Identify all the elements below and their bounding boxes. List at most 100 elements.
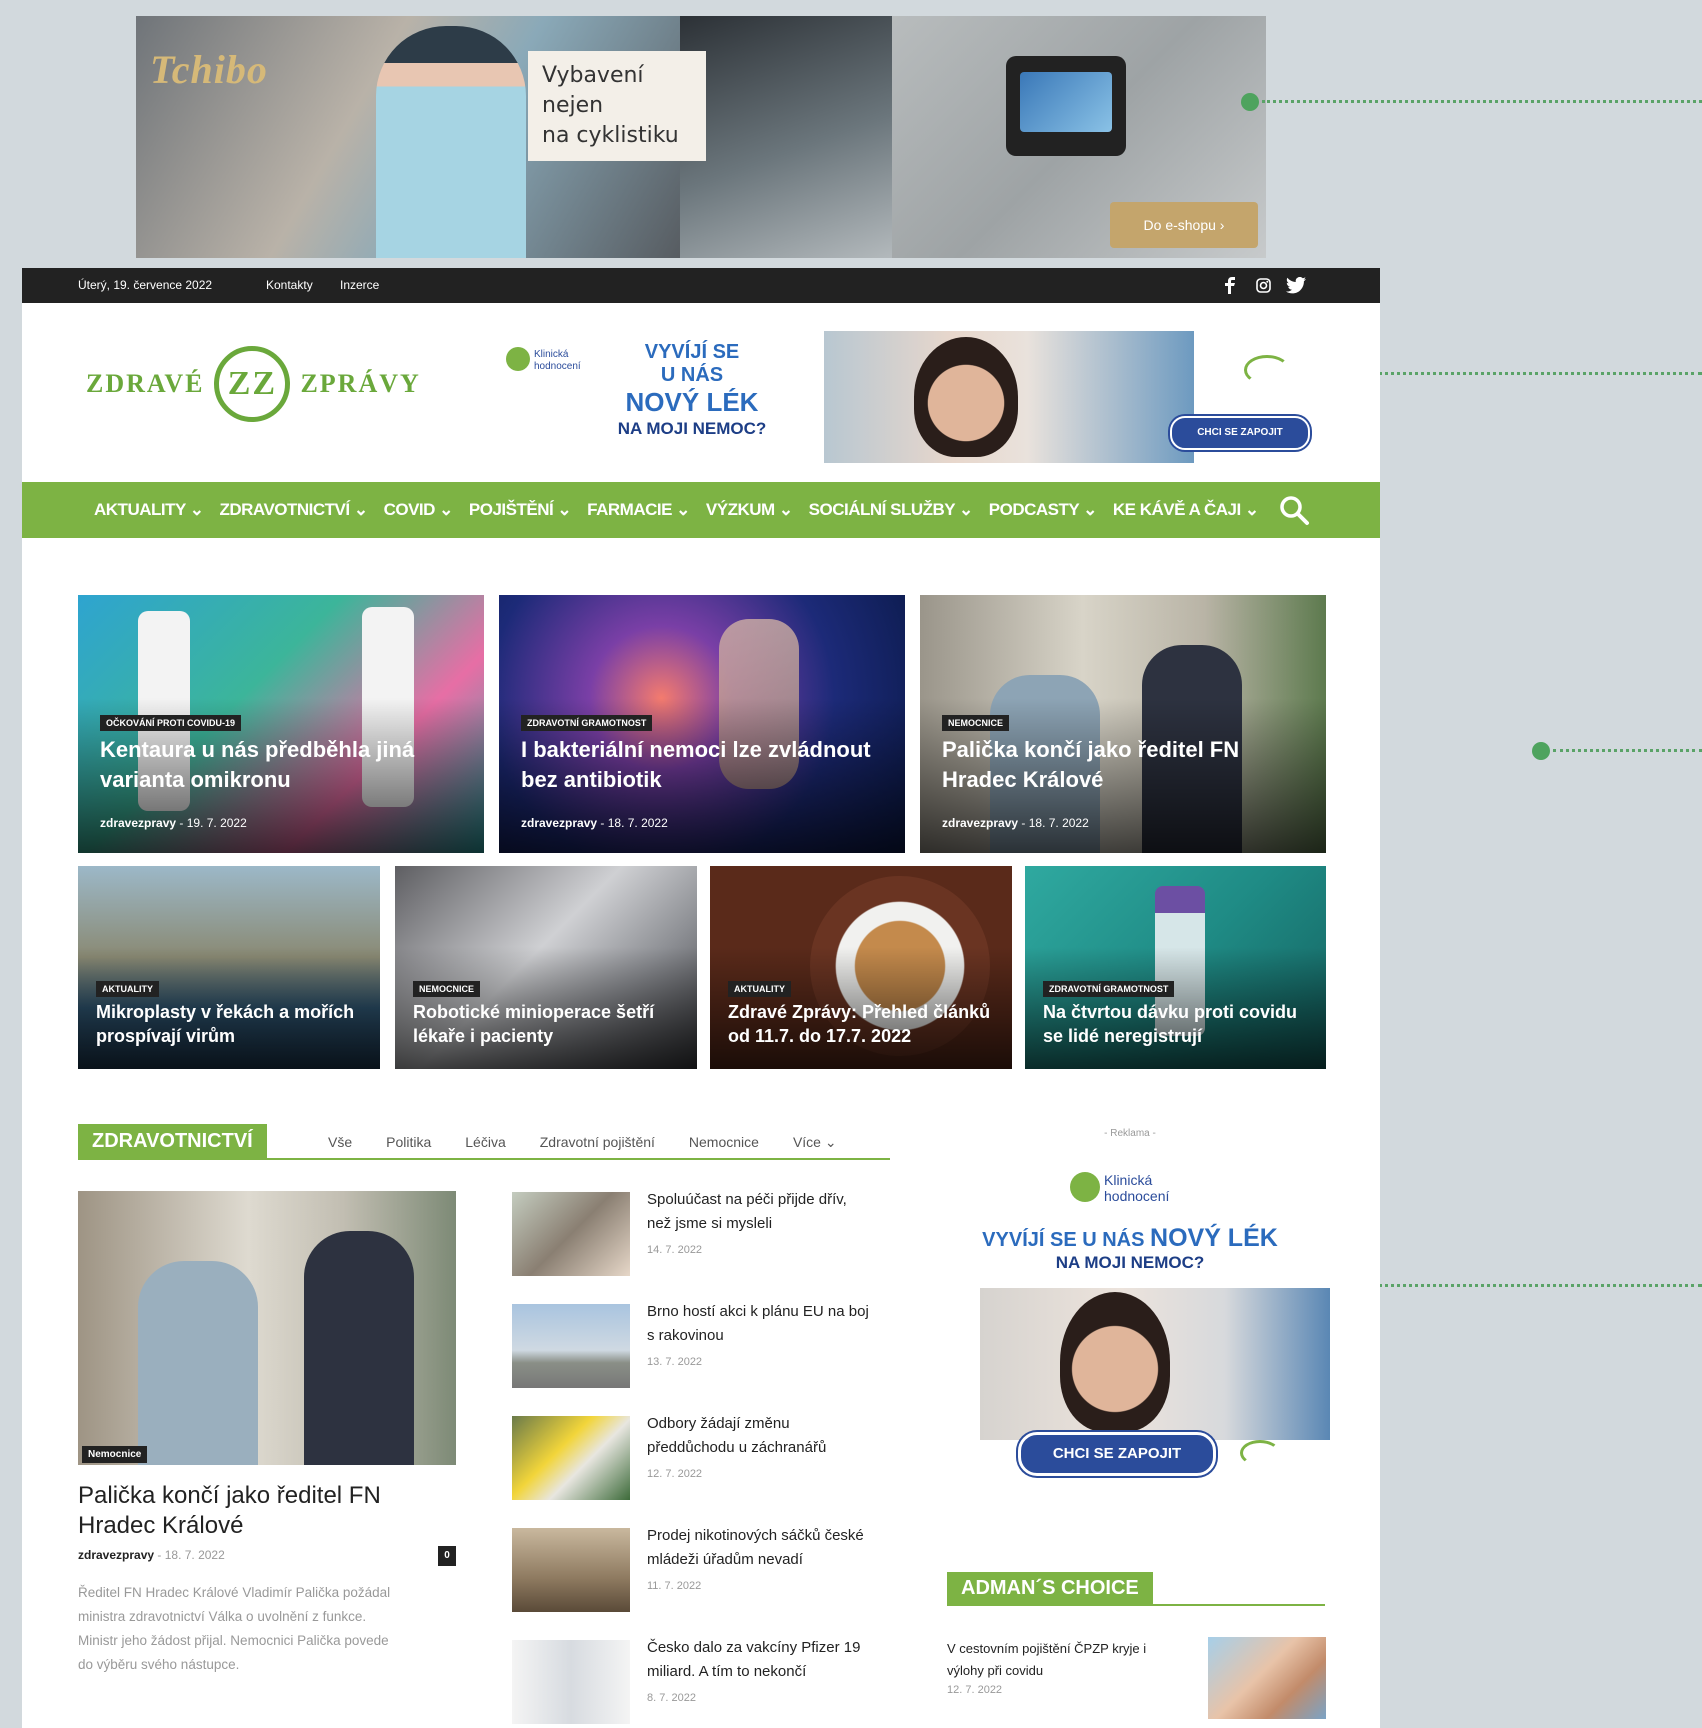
logo-word-right: ZPRÁVY — [300, 369, 421, 398]
list-item-date: 8. 7. 2022 — [647, 1692, 696, 1704]
article-card[interactable]: AKTUALITY Mikroplasty v řekách a mořích … — [78, 866, 380, 1069]
featured-article-card[interactable]: NEMOCNICE Palička končí jako ředitel FN … — [920, 595, 1326, 853]
nav-item-socialni-sluzby[interactable]: SOCIÁLNÍ SLUŽBY ⌄ — [809, 500, 974, 520]
list-item-title[interactable]: Brno hostí akci k plánu EU na boj s rakov… — [647, 1300, 885, 1348]
ad-line: VYVÍJÍ SE U NÁS — [982, 1229, 1145, 1251]
section-title[interactable]: ZDRAVOTNICTVÍ — [78, 1124, 267, 1158]
tab-politika[interactable]: Politika — [386, 1134, 431, 1151]
comment-count-badge[interactable]: 0 — [438, 1546, 456, 1566]
logo-word-left: ZDRAVÉ — [86, 369, 205, 398]
advertising-link[interactable]: Inzerce — [340, 278, 379, 292]
nav-item-aktuality[interactable]: AKTUALITY ⌄ — [94, 500, 204, 520]
tab-leciva[interactable]: Léčiva — [465, 1134, 505, 1151]
instagram-icon[interactable] — [1256, 278, 1271, 293]
article-title-line: Na čtvrtou dávku proti covidu — [1043, 1002, 1298, 1022]
nav-item-covid[interactable]: COVID ⌄ — [384, 500, 454, 520]
list-item-thumbnail[interactable] — [512, 1528, 630, 1612]
adman-item-title[interactable]: V cestovním pojištění ČPZP kryje i výloh… — [947, 1638, 1187, 1682]
article-card[interactable]: AKTUALITY Zdravé Zprávy: Přehled článků … — [710, 866, 1012, 1069]
list-item-thumbnail[interactable] — [512, 1304, 630, 1388]
list-item-thumbnail[interactable] — [512, 1640, 630, 1724]
list-item-date: 14. 7. 2022 — [647, 1244, 703, 1256]
nav-item-ke-kave-a-caji[interactable]: KE KÁVĚ A ČAJI ⌄ — [1113, 500, 1259, 520]
join-button[interactable]: CHCI SE ZAPOJIT — [1018, 1432, 1216, 1476]
main-article-image[interactable]: Nemocnice — [78, 1191, 456, 1465]
nav-item-zdravotnictvi[interactable]: ZDRAVOTNICTVÍ ⌄ — [219, 500, 368, 520]
article-date: 18. 7. 2022 — [607, 816, 668, 830]
category-badge[interactable]: OČKOVÁNÍ PROTI COVIDU-19 — [100, 715, 242, 731]
list-item-title[interactable]: Odbory žádají změnu předdůchodu u záchran… — [647, 1412, 885, 1460]
list-item-line: než jsme si mysleli — [647, 1215, 773, 1232]
site-header: ZDRAVÉ ZZ ZPRÁVY Klinická hodnocení VYVÍ… — [22, 303, 1380, 463]
category-badge[interactable]: NEMOCNICE — [942, 715, 1010, 731]
article-title-line: Mikroplasty v řekách a mořích — [96, 1002, 355, 1022]
ad-brand: Klinická hodnocení — [534, 349, 581, 373]
author-link[interactable]: zdravezpravy — [78, 1548, 154, 1562]
tchibo-banner-ad[interactable]: Tchibo Vybavení nejen na cyklistiku Do e… — [136, 16, 1266, 258]
ad-headline-line: Vybavení — [542, 63, 644, 88]
tab-vse[interactable]: Vše — [328, 1134, 352, 1151]
article-date: 19. 7. 2022 — [186, 816, 247, 830]
article-title-line: od 11.7. do 17.7. 2022 — [728, 1026, 912, 1046]
site-logo[interactable]: ZDRAVÉ ZZ ZPRÁVY — [86, 346, 421, 422]
list-item-thumbnail[interactable] — [512, 1416, 630, 1500]
list-item-title[interactable]: Prodej nikotinových sáčků české mládeži ú… — [647, 1524, 885, 1572]
ad-line: NA MOJI NEMOC? — [1055, 1253, 1205, 1272]
nav-item-podcasty[interactable]: PODCASTY ⌄ — [989, 500, 1098, 520]
twitter-icon[interactable] — [1286, 277, 1306, 294]
article-card[interactable]: NEMOCNICE Robotické minioperace šetří lé… — [395, 866, 697, 1069]
ad-headline: Vybavení nejen na cyklistiku — [528, 51, 706, 161]
list-item-title[interactable]: Česko dalo za vakcíny Pfizer 19 miliard. … — [647, 1636, 885, 1684]
annotation-dot — [1532, 742, 1550, 760]
list-item-line: Brno hostí akci k plánu EU na boj — [647, 1303, 869, 1320]
tab-vice[interactable]: Více ⌄ — [793, 1134, 837, 1151]
ad-brand-line: Klinická — [534, 349, 569, 360]
search-icon[interactable] — [1278, 494, 1310, 526]
featured-article-card[interactable]: ZDRAVOTNÍ GRAMOTNOST I bakteriální nemoc… — [499, 595, 905, 853]
main-article-title[interactable]: Palička končí jako ředitel FN Hradec Krá… — [78, 1481, 381, 1541]
article-title: I bakteriální nemoci lze zvládnout bez a… — [521, 735, 871, 795]
nav-item-farmacie[interactable]: FARMACIE ⌄ — [587, 500, 690, 520]
category-badge[interactable]: ZDRAVOTNÍ GRAMOTNOST — [521, 715, 653, 731]
adman-item-thumbnail[interactable] — [1208, 1637, 1326, 1719]
annotation-line — [1553, 749, 1702, 752]
header-banner-ad[interactable]: Klinická hodnocení VYVÍJÍ SE U NÁS NOVÝ … — [490, 331, 1310, 463]
article-card[interactable]: ZDRAVOTNÍ GRAMOTNOST Na čtvrtou dávku pr… — [1025, 866, 1326, 1069]
item-title-line: výlohy při covidu — [947, 1663, 1044, 1678]
annotation-line — [1262, 100, 1702, 103]
list-item-title[interactable]: Spoluúčast na péči přijde dřív, než jsme … — [647, 1188, 885, 1236]
eshop-button[interactable]: Do e-shopu › — [1110, 202, 1258, 248]
top-bar: Úterý, 19. července 2022 Kontakty Inzerc… — [22, 268, 1380, 303]
facebook-icon[interactable] — [1225, 277, 1235, 294]
list-item-line: s rakovinou — [647, 1327, 724, 1344]
category-badge[interactable]: ZDRAVOTNÍ GRAMOTNOST — [1043, 981, 1175, 997]
ad-headline-line: na cyklistiku — [542, 123, 679, 148]
author-link[interactable]: zdravezpravy — [521, 816, 597, 830]
author-link[interactable]: zdravezpravy — [942, 816, 1018, 830]
category-badge[interactable]: Nemocnice — [82, 1446, 148, 1463]
annotation-dot — [1241, 93, 1259, 111]
nav-item-vyzkum[interactable]: VÝZKUM ⌄ — [706, 500, 793, 520]
category-badge[interactable]: AKTUALITY — [96, 981, 159, 997]
tab-zdravotni-pojisteni[interactable]: Zdravotní pojištění — [540, 1134, 655, 1151]
ad-headline: VYVÍJÍ SE U NÁS NOVÝ LÉK NA MOJI NEMOC? — [602, 341, 782, 440]
ad-brand-line: hodnocení — [534, 361, 581, 372]
featured-article-card[interactable]: OČKOVÁNÍ PROTI COVIDU-19 Kentaura u nás … — [78, 595, 484, 853]
list-item-thumbnail[interactable] — [512, 1192, 630, 1276]
article-meta: zdravezpravy - 18. 7. 2022 — [521, 816, 668, 830]
join-button[interactable]: CHCI SE ZAPOJIT — [1170, 416, 1310, 450]
category-badge[interactable]: NEMOCNICE — [413, 981, 481, 997]
ad-headline: VYVÍJÍ SE U NÁS NOVÝ LÉK NA MOJI NEMOC? — [940, 1224, 1320, 1273]
ad-image-panel-helmet — [680, 16, 892, 258]
category-badge[interactable]: AKTUALITY — [728, 981, 791, 997]
tab-nemocnice[interactable]: Nemocnice — [689, 1134, 759, 1151]
contacts-link[interactable]: Kontakty — [266, 278, 313, 292]
list-item-line: Spoluúčast na péči přijde dřív, — [647, 1191, 847, 1208]
nav-item-pojisteni[interactable]: POJIŠTĚNÍ ⌄ — [469, 500, 572, 520]
list-item-line: Prodej nikotinových sáčků české — [647, 1527, 864, 1544]
sidebar-ad[interactable]: - Reklama - Klinická hodnocení VYVÍJÍ SE… — [940, 1128, 1330, 1520]
author-link[interactable]: zdravezpravy — [100, 816, 176, 830]
adman-choice-title[interactable]: ADMAN´S CHOICE — [947, 1572, 1153, 1604]
article-date: 18. 7. 2022 — [164, 1548, 225, 1562]
article-title: Robotické minioperace šetří lékaře i pac… — [413, 1000, 654, 1048]
